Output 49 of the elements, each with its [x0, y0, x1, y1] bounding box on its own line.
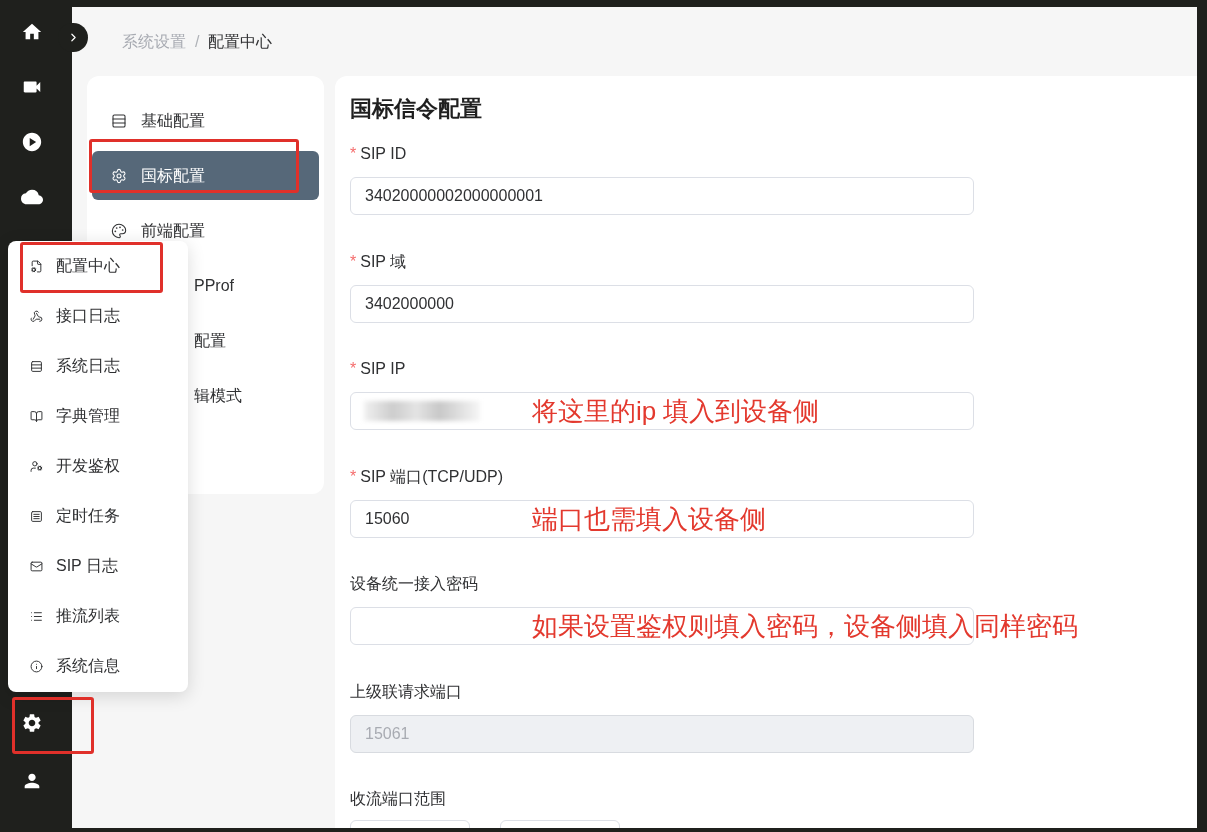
menu-item[interactable]: 基础配置 — [92, 96, 319, 145]
input-field[interactable] — [350, 607, 974, 645]
menu-item[interactable]: 系统日志 — [8, 341, 188, 391]
required-mark: * — [350, 466, 357, 487]
user-gear-icon — [30, 459, 43, 473]
play-icon[interactable] — [21, 130, 43, 153]
menu-item[interactable]: 接口日志 — [8, 291, 188, 341]
settings-icon[interactable] — [21, 712, 43, 734]
list-square-icon — [30, 509, 43, 523]
nodes-icon — [30, 309, 43, 323]
mail-icon — [30, 559, 43, 573]
rows-icon — [111, 112, 127, 129]
annotation-note: 如果设置鉴权则填入密码，设备侧填入同样密码 — [532, 614, 1078, 638]
menu-item[interactable]: 开发鉴权 — [8, 441, 188, 491]
field-label: 上级联请求端口 — [350, 681, 462, 702]
palette-icon — [111, 222, 127, 239]
menu-item[interactable]: 定时任务 — [8, 491, 188, 541]
file-gear-icon — [30, 259, 43, 273]
list-icon — [30, 609, 43, 623]
breadcrumb-separator: / — [195, 31, 200, 52]
info-icon — [30, 659, 43, 673]
field-label: 设备统一接入密码 — [350, 574, 478, 594]
page-title: 国标信令配置 — [350, 95, 483, 123]
required-mark: * — [350, 144, 357, 164]
annotation-note: 端口也需填入设备侧 — [532, 506, 766, 531]
rows-icon — [30, 359, 43, 373]
field-label: SIP 端口(TCP/UDP) — [360, 466, 504, 487]
field-label: SIP 域 — [360, 251, 407, 272]
input-field[interactable] — [350, 392, 974, 430]
field-label: SIP IP — [360, 359, 406, 379]
menu-item[interactable]: 前端配置 — [92, 206, 319, 255]
menu-item[interactable]: 系统信息 — [8, 641, 188, 691]
menu-item[interactable]: SIP 日志 — [8, 541, 188, 591]
input-field[interactable]: 34020000002000000001 — [350, 177, 974, 215]
book-icon — [30, 409, 43, 423]
input-field[interactable]: 3402000000 — [350, 284, 974, 323]
menu-item[interactable]: 辑模式 — [194, 371, 248, 420]
menu-item[interactable]: 字典管理 — [8, 391, 188, 441]
breadcrumb-current-page: 配置中心 — [208, 31, 273, 52]
menu-item[interactable]: 推流列表 — [8, 591, 188, 641]
menu-item[interactable]: PProf — [194, 261, 240, 310]
annotation-note: 将这里的ip 填入到设备侧 — [532, 399, 820, 423]
required-mark: * — [350, 359, 357, 379]
menu-item[interactable]: 配置 — [194, 316, 232, 365]
field-label: 收流端口范围 — [350, 789, 446, 809]
required-mark: * — [350, 251, 357, 272]
settings-icon — [111, 167, 127, 184]
menu-item[interactable]: 国标配置 — [92, 151, 319, 200]
field-label: SIP ID — [360, 144, 407, 164]
